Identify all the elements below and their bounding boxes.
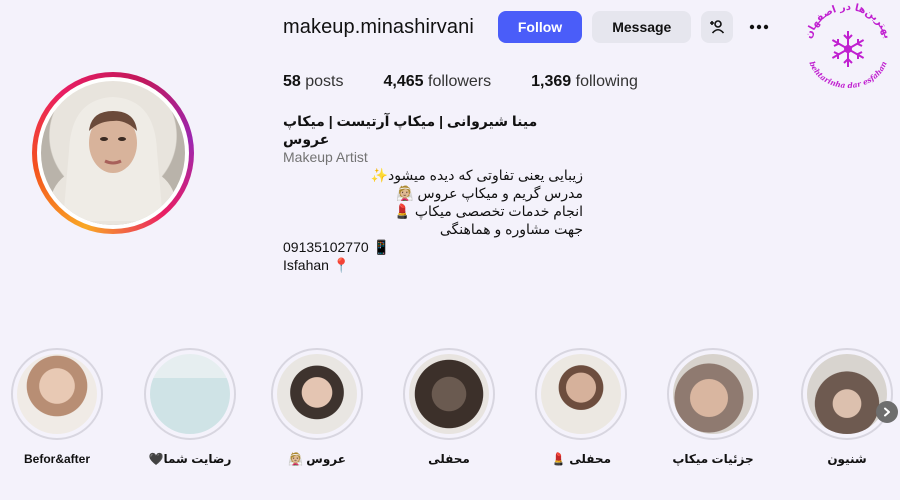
- profile-bio: مینا شیروانی | میکاپ آرتیست | میکاپ عروس…: [283, 112, 583, 274]
- highlight-label: محفلی: [428, 452, 470, 466]
- snowflake-icon: [831, 31, 865, 67]
- suggest-users-button[interactable]: [701, 11, 734, 43]
- highlight-ring: [271, 348, 363, 440]
- highlight-label: جزئیات میکاپ: [672, 452, 754, 466]
- bio-line: انجام خدمات تخصصی میکاپ 💄: [393, 203, 583, 219]
- profile-header: makeup.minashirvani Follow Message: [283, 11, 775, 43]
- profile-avatar-ring[interactable]: [32, 72, 194, 234]
- highlight-label: Befor&after: [23, 452, 90, 466]
- posts-count: 58: [283, 73, 301, 90]
- more-dots-icon: [750, 24, 769, 30]
- profile-stats: 58 posts 4,465 followers 1,369 following: [283, 73, 638, 91]
- story-highlights: Befor&after رضایت شما🖤 عروس 👰🏼 محفلی محف…: [0, 348, 900, 478]
- highlight-cover: [17, 354, 97, 434]
- followers-label: followers: [428, 73, 492, 90]
- highlights-next-button[interactable]: [876, 401, 898, 423]
- followers-count: 4,465: [383, 73, 424, 90]
- profile-full-name: مینا شیروانی | میکاپ آرتیست | میکاپ عروس: [283, 113, 538, 147]
- bio-line: مدرس گریم و میکاپ عروس 👰🏼: [396, 185, 583, 201]
- watermark-logo: بهترین‌ها در اصفهان behtarinha dar esfah…: [803, 2, 892, 88]
- avatar-illustration: [51, 97, 175, 225]
- following-stat[interactable]: 1,369 following: [531, 73, 638, 91]
- following-count: 1,369: [531, 73, 572, 90]
- highlight-cover: [150, 354, 230, 434]
- highlight-label: محفلی 💄: [550, 452, 612, 466]
- message-button[interactable]: Message: [592, 11, 692, 43]
- highlight-party-makeup[interactable]: محفلی 💄: [529, 348, 633, 466]
- highlight-cover: [277, 354, 357, 434]
- followers-stat[interactable]: 4,465 followers: [384, 73, 492, 91]
- posts-label: posts: [305, 73, 344, 90]
- highlight-ring: [535, 348, 627, 440]
- more-options-button[interactable]: [743, 11, 775, 43]
- highlight-ring: [11, 348, 103, 440]
- highlight-ring: [144, 348, 236, 440]
- highlight-befor-after[interactable]: Befor&after: [5, 348, 109, 466]
- bio-phone: 09135102770 📱: [283, 239, 390, 255]
- avatar-frame: [37, 77, 189, 229]
- highlight-cover: [409, 354, 489, 434]
- highlight-label: رضایت شما🖤: [148, 452, 232, 466]
- profile-username: makeup.minashirvani: [283, 15, 474, 38]
- highlight-makeup-details[interactable]: جزئیات میکاپ: [661, 348, 765, 466]
- add-person-icon: [710, 20, 725, 34]
- follow-button[interactable]: Follow: [497, 11, 583, 43]
- following-label: following: [575, 73, 638, 90]
- posts-stat: 58 posts: [283, 73, 344, 91]
- bio-line: جهت مشاوره و هماهنگی: [439, 221, 583, 237]
- highlight-party[interactable]: محفلی: [397, 348, 501, 466]
- profile-category: Makeup Artist: [283, 149, 368, 165]
- highlight-ring: [801, 348, 893, 440]
- highlight-bride[interactable]: عروس 👰🏼: [265, 348, 369, 466]
- highlight-cover: [807, 354, 887, 434]
- highlight-label: شنیون: [827, 452, 867, 466]
- avatar[interactable]: [41, 81, 185, 225]
- highlight-ring: [667, 348, 759, 440]
- highlight-ring: [403, 348, 495, 440]
- chevron-right-icon: [884, 407, 890, 417]
- highlight-label: عروس 👰🏼: [288, 452, 346, 466]
- highlight-cover: [541, 354, 621, 434]
- bio-line: زیبایی یعنی تفاوتی که دیده میشود✨: [370, 167, 583, 183]
- highlight-cover: [673, 354, 753, 434]
- bio-location: Isfahan 📍: [283, 257, 351, 273]
- highlight-reviews[interactable]: رضایت شما🖤: [138, 348, 242, 466]
